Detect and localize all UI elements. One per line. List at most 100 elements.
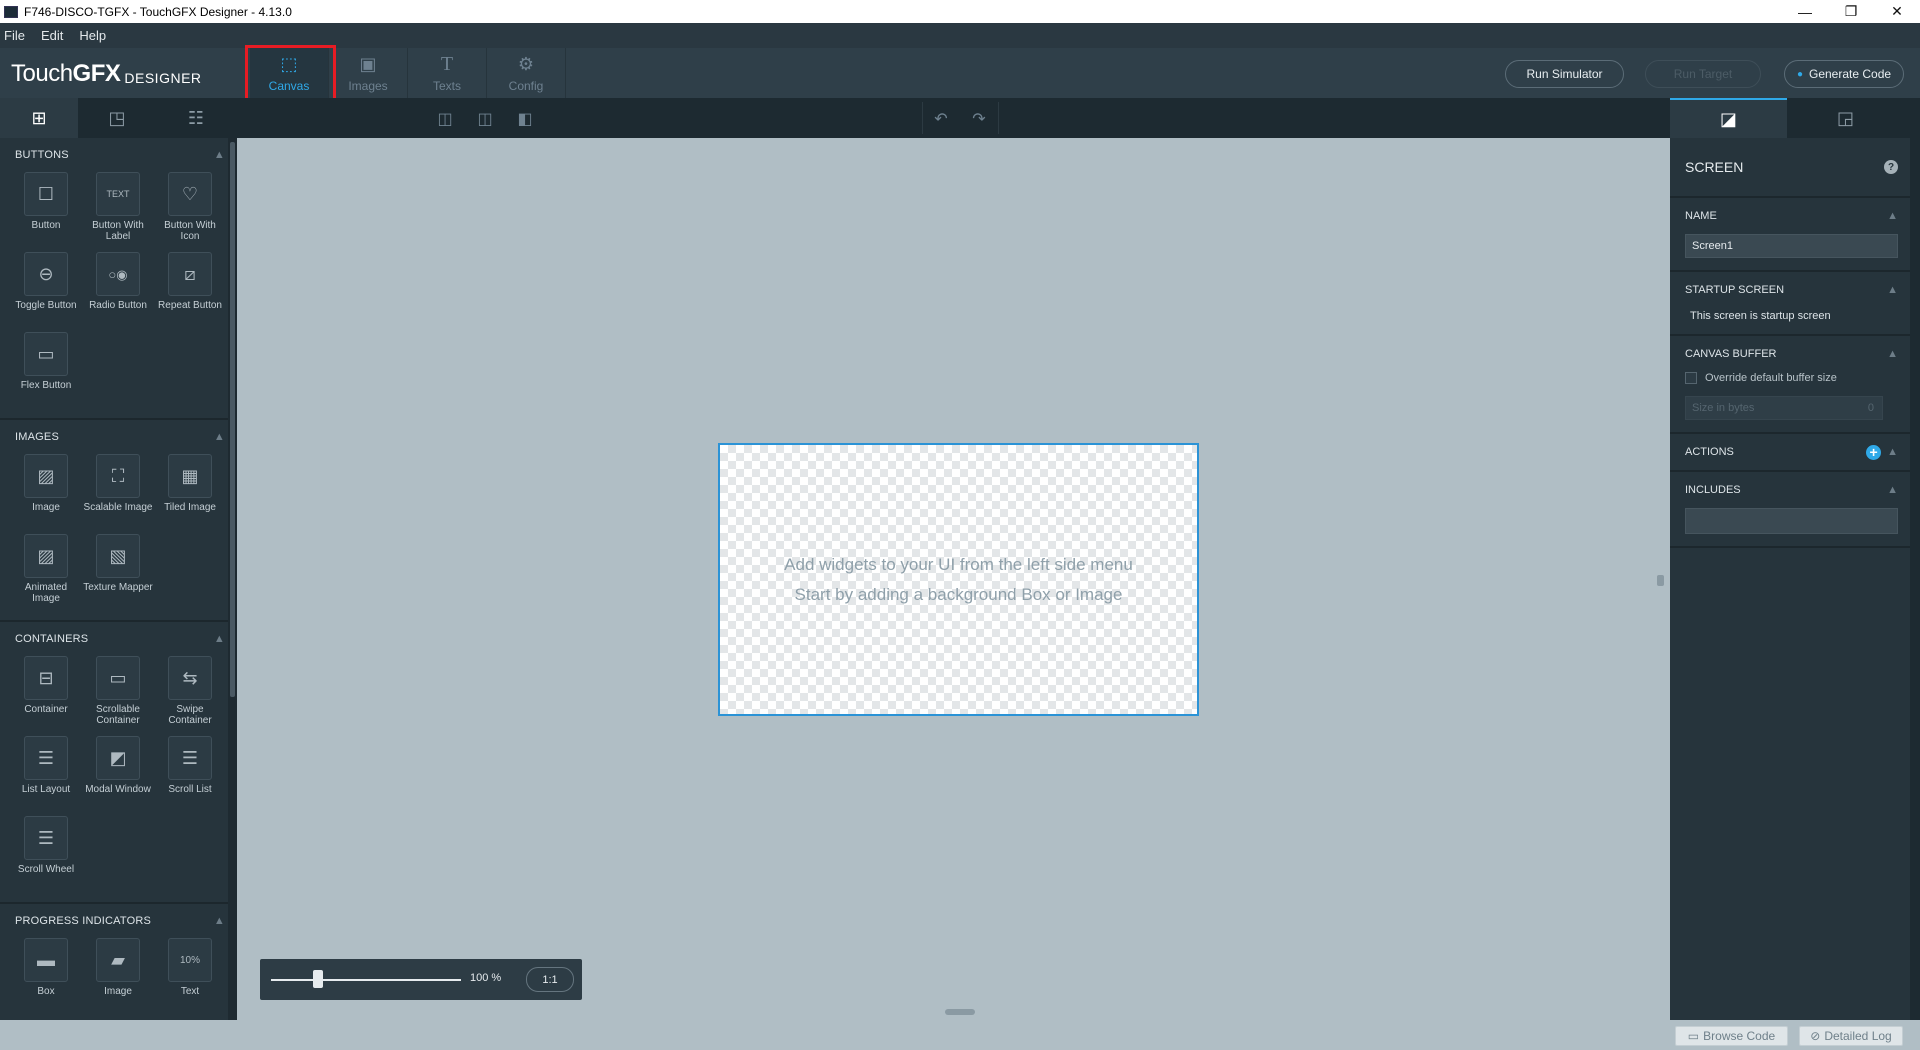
widget-label: Scrollable Container [96, 704, 140, 726]
add-widget-tab[interactable]: ⊞ [0, 98, 78, 138]
widget-scroll-wheel[interactable]: ☰ Scroll Wheel [10, 816, 82, 896]
screen-artboard[interactable]: Add widgets to your UI from the left sid… [718, 443, 1199, 716]
tab-properties[interactable]: ◪ [1670, 98, 1787, 138]
undo-icon[interactable]: ↶ [927, 106, 955, 132]
section-progress-indicators: PROGRESS INDICATORS ▲ ▬ Box ▰ Image 10% Tex… [0, 904, 237, 1020]
section-images: IMAGES ▲ ▨ Image ⛶ Scalable Image ▦ Tiled I… [0, 420, 237, 622]
texts-icon: T [440, 53, 454, 75]
widget-label: Button [31, 220, 61, 231]
section-title: IMAGES [15, 431, 59, 443]
browse-code-button[interactable]: ▭ Browse Code [1675, 1026, 1788, 1046]
section-header[interactable]: NAME ▲ [1685, 198, 1898, 234]
screen-name-input[interactable]: Screen1 [1685, 234, 1898, 258]
section-header[interactable]: PROGRESS INDICATORS ▲ [0, 904, 237, 938]
menu-file[interactable]: File [0, 28, 33, 43]
widget-label: Container [24, 704, 68, 715]
section-header[interactable]: IMAGES ▲ [0, 420, 237, 454]
widget-scroll-list[interactable]: ☰ Scroll List [154, 736, 226, 816]
widget-container[interactable]: ⊟ Container [10, 656, 82, 736]
section-header[interactable]: CANVAS BUFFER ▲ [1685, 336, 1898, 372]
tab-interactions[interactable]: ◲ [1787, 98, 1904, 138]
tab-texts[interactable]: T Texts [408, 48, 487, 98]
widget-modal-window[interactable]: ◩ Modal Window [82, 736, 154, 816]
bring-to-front-icon[interactable]: ◧ [511, 106, 539, 132]
widget-repeat-button[interactable]: ⧄ Repeat Button [154, 252, 226, 332]
run-target-button[interactable]: Run Target [1645, 60, 1761, 88]
sidebar-scroll-thumb[interactable] [230, 142, 235, 697]
menu-edit[interactable]: Edit [37, 28, 71, 43]
status-dot-icon: ● [1796, 68, 1803, 80]
section-header[interactable]: BUTTONS ▲ [0, 138, 237, 172]
tab-canvas[interactable]: ⬚ Canvas [250, 48, 329, 98]
widget-tiled-image[interactable]: ▦ Tiled Image [154, 454, 226, 534]
widget-button-with-icon[interactable]: ♡ Button With Icon [154, 172, 226, 252]
swipe-container-icon: ⇆ [168, 656, 212, 700]
widget-list-layout[interactable]: ☰ List Layout [10, 736, 82, 816]
detailed-log-label: Detailed Log [1824, 1029, 1892, 1043]
list-layout-icon: ☰ [24, 736, 68, 780]
interactions-tab[interactable]: ☷ [157, 98, 235, 138]
chevron-up-icon: ▲ [213, 149, 225, 161]
sub-toolbar: ⊞ ◳ ☷ ◫ ◫ ◧ ↶ ↷ [0, 98, 1670, 138]
widget-button-with-label[interactable]: TEXT Button With Label [82, 172, 154, 252]
widget-animated-image[interactable]: ▨ Animated Image [10, 534, 82, 614]
widget-label: Button With Label [92, 220, 144, 242]
widget-radio-button[interactable]: ○◉ Radio Button [82, 252, 154, 332]
animated-image-icon: ▨ [24, 534, 68, 578]
redo-icon[interactable]: ↷ [965, 106, 993, 132]
run-simulator-button[interactable]: Run Simulator [1505, 60, 1624, 88]
override-buffer-row[interactable]: Override default buffer size [1685, 372, 1898, 384]
widget-label: Flex Button [20, 380, 72, 391]
radio-icon: ○◉ [96, 252, 140, 296]
close-button[interactable]: ✕ [1874, 0, 1920, 23]
section-header[interactable]: INCLUDES ▲ [1685, 472, 1898, 508]
bottom-panel-handle[interactable] [945, 1009, 975, 1015]
tab-images[interactable]: ▣ Images [329, 48, 408, 98]
generate-code-button[interactable]: ● Generate Code [1784, 60, 1904, 88]
add-action-icon[interactable]: + [1866, 444, 1882, 460]
section-header[interactable]: CONTAINERS ▲ [0, 622, 237, 656]
buffer-size-input[interactable]: Size in bytes 0 [1685, 396, 1883, 420]
widget-button[interactable]: ☐ Button [10, 172, 82, 252]
chevron-up-icon: ▲ [213, 431, 225, 443]
tab-config[interactable]: ⚙ Config [487, 48, 566, 98]
menu-bar: File Edit Help [0, 23, 1920, 48]
section-title: CONTAINERS [15, 633, 89, 645]
splitter[interactable] [237, 138, 247, 1020]
widget-label: Scalable Image [83, 502, 153, 513]
send-to-back-icon[interactable]: ◫ [431, 106, 459, 132]
help-icon[interactable]: ? [1884, 160, 1898, 174]
maximize-button[interactable]: ❐ [1828, 0, 1874, 23]
scroll-list-icon: ☰ [168, 736, 212, 780]
menu-help[interactable]: Help [75, 28, 114, 43]
widget-image-progress[interactable]: ▰ Image [82, 938, 154, 1018]
widget-scalable-image[interactable]: ⛶ Scalable Image [82, 454, 154, 534]
zoom-slider-thumb[interactable] [313, 970, 323, 988]
widget-text-progress[interactable]: 10% Text [154, 938, 226, 1018]
widget-box-progress[interactable]: ▬ Box [10, 938, 82, 1018]
tree-view-tab[interactable]: ◳ [78, 98, 156, 138]
widget-toggle-button[interactable]: ⊖ Toggle Button [10, 252, 82, 332]
widget-swipe-container[interactable]: ⇆ Swipe Container [154, 656, 226, 736]
section-title: INCLUDES [1685, 484, 1741, 496]
minimize-button[interactable]: — [1782, 0, 1828, 23]
tiled-image-icon: ▦ [168, 454, 212, 498]
scalable-image-icon: ⛶ [96, 454, 140, 498]
right-panel-handle[interactable] [1657, 575, 1664, 586]
widget-texture-mapper[interactable]: ▧ Texture Mapper [82, 534, 154, 614]
toolbar-separator [998, 102, 999, 134]
widget-flex-button[interactable]: ▭ Flex Button [10, 332, 82, 412]
zoom-reset-button[interactable]: 1:1 [526, 967, 574, 992]
section-header[interactable]: STARTUP SCREEN ▲ [1685, 272, 1898, 308]
detailed-log-button[interactable]: ⊘ Detailed Log [1799, 1026, 1903, 1046]
override-buffer-checkbox[interactable] [1685, 372, 1697, 384]
bring-forward-icon[interactable]: ◫ [471, 106, 499, 132]
widget-image[interactable]: ▨ Image [10, 454, 82, 534]
zoom-slider-track[interactable] [271, 979, 461, 981]
section-header[interactable]: ACTIONS + ▲ [1685, 434, 1898, 470]
includes-input[interactable] [1685, 508, 1898, 534]
canvas-area[interactable]: Add widgets to your UI from the left sid… [247, 138, 1670, 1020]
widget-scrollable-container[interactable]: ▭ Scrollable Container [82, 656, 154, 736]
properties-title: SCREEN [1685, 159, 1744, 175]
screen-select-icon: ◳ [108, 107, 126, 128]
